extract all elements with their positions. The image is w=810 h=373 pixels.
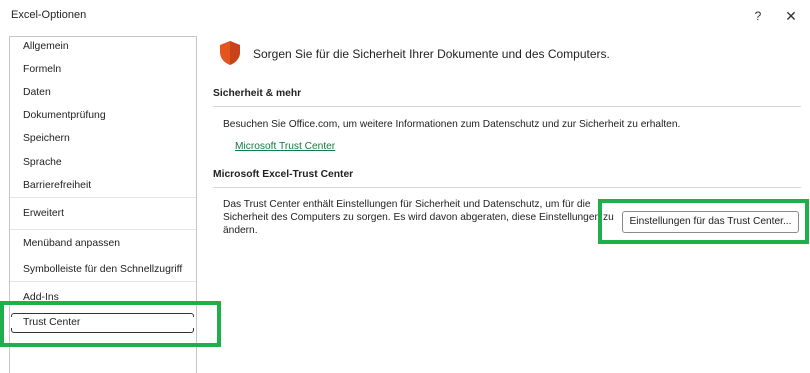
trust-center-settings-button[interactable]: Einstellungen für das Trust Center... <box>622 211 799 233</box>
trust-center-text-line3: ändern. <box>223 225 258 236</box>
sidebar-item-barrierefreiheit[interactable]: Barrierefreiheit <box>10 180 196 191</box>
section-text-sicherheit: Besuchen Sie Office.com, um weitere Info… <box>223 119 681 130</box>
window-title: Excel-Optionen <box>11 9 87 21</box>
close-button[interactable]: ✕ <box>781 6 801 26</box>
help-button[interactable]: ? <box>748 6 768 26</box>
sidebar-item-schnellzugriff[interactable]: Symbolleiste für den Schnellzugriff <box>10 264 196 275</box>
section-title-trust-center: Microsoft Excel-Trust Center <box>213 169 354 180</box>
options-sidebar: Allgemein Formeln Daten Dokumentprüfung … <box>9 36 197 373</box>
trust-center-text-line2: Sicherheit des Computers zu sorgen. Es w… <box>223 212 614 223</box>
sidebar-item-formeln[interactable]: Formeln <box>10 64 196 75</box>
trust-center-text-line1: Das Trust Center enthält Einstellungen f… <box>223 199 591 210</box>
section-divider <box>213 106 801 107</box>
sidebar-item-daten[interactable]: Daten <box>10 87 196 98</box>
sidebar-item-trust-center[interactable]: Trust Center <box>10 317 196 328</box>
section-title-sicherheit: Sicherheit & mehr <box>213 88 302 99</box>
shield-icon <box>220 41 240 65</box>
title-bar: Excel-Optionen ? ✕ <box>0 0 810 32</box>
sidebar-item-allgemein[interactable]: Allgemein <box>10 41 196 52</box>
sidebar-item-speichern[interactable]: Speichern <box>10 133 196 144</box>
sidebar-item-menueband-anpassen[interactable]: Menüband anpassen <box>10 229 196 249</box>
sidebar-item-add-ins[interactable]: Add-Ins <box>10 281 196 303</box>
sidebar-item-dokumentpruefung[interactable]: Dokumentprüfung <box>10 110 196 121</box>
microsoft-trust-center-link[interactable]: Microsoft Trust Center <box>235 141 335 152</box>
header-text: Sorgen Sie für die Sicherheit Ihrer Doku… <box>253 47 610 61</box>
sidebar-item-erweitert[interactable]: Erweitert <box>10 197 196 219</box>
sidebar-item-sprache[interactable]: Sprache <box>10 157 196 168</box>
section-divider <box>213 187 801 188</box>
